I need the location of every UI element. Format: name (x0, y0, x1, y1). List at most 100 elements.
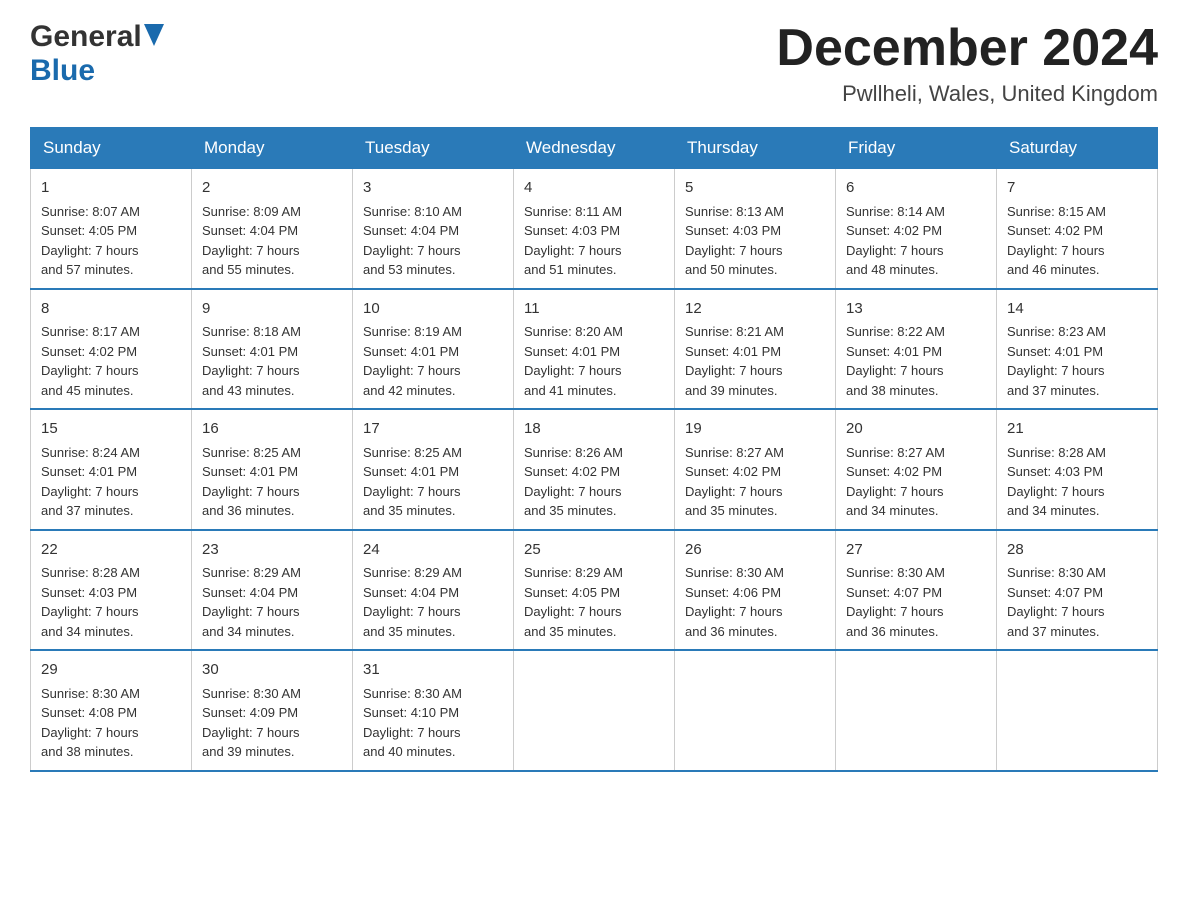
calendar-cell: 4 Sunrise: 8:11 AMSunset: 4:03 PMDayligh… (514, 169, 675, 289)
day-number: 27 (846, 539, 986, 562)
calendar-cell: 28 Sunrise: 8:30 AMSunset: 4:07 PMDaylig… (997, 530, 1158, 651)
calendar-cell: 2 Sunrise: 8:09 AMSunset: 4:04 PMDayligh… (192, 169, 353, 289)
calendar-cell: 31 Sunrise: 8:30 AMSunset: 4:10 PMDaylig… (353, 650, 514, 771)
day-number: 25 (524, 539, 664, 562)
day-sunrise: Sunrise: 8:30 AMSunset: 4:07 PMDaylight:… (1007, 565, 1106, 639)
calendar-header-sunday: Sunday (31, 128, 192, 169)
day-sunrise: Sunrise: 8:27 AMSunset: 4:02 PMDaylight:… (846, 445, 945, 519)
day-sunrise: Sunrise: 8:25 AMSunset: 4:01 PMDaylight:… (363, 445, 462, 519)
calendar-cell: 21 Sunrise: 8:28 AMSunset: 4:03 PMDaylig… (997, 409, 1158, 530)
day-sunrise: Sunrise: 8:30 AMSunset: 4:06 PMDaylight:… (685, 565, 784, 639)
day-sunrise: Sunrise: 8:23 AMSunset: 4:01 PMDaylight:… (1007, 324, 1106, 398)
calendar-header-friday: Friday (836, 128, 997, 169)
day-sunrise: Sunrise: 8:30 AMSunset: 4:07 PMDaylight:… (846, 565, 945, 639)
day-number: 22 (41, 539, 181, 562)
calendar-cell: 26 Sunrise: 8:30 AMSunset: 4:06 PMDaylig… (675, 530, 836, 651)
logo: General Blue (30, 20, 164, 88)
day-number: 11 (524, 298, 664, 321)
calendar-cell: 5 Sunrise: 8:13 AMSunset: 4:03 PMDayligh… (675, 169, 836, 289)
calendar-cell: 14 Sunrise: 8:23 AMSunset: 4:01 PMDaylig… (997, 289, 1158, 410)
day-sunrise: Sunrise: 8:30 AMSunset: 4:10 PMDaylight:… (363, 686, 462, 760)
calendar-header-tuesday: Tuesday (353, 128, 514, 169)
calendar-header-saturday: Saturday (997, 128, 1158, 169)
day-sunrise: Sunrise: 8:13 AMSunset: 4:03 PMDaylight:… (685, 204, 784, 278)
day-sunrise: Sunrise: 8:09 AMSunset: 4:04 PMDaylight:… (202, 204, 301, 278)
title-block: December 2024 Pwllheli, Wales, United Ki… (776, 20, 1158, 107)
day-number: 23 (202, 539, 342, 562)
calendar-cell: 20 Sunrise: 8:27 AMSunset: 4:02 PMDaylig… (836, 409, 997, 530)
day-sunrise: Sunrise: 8:20 AMSunset: 4:01 PMDaylight:… (524, 324, 623, 398)
calendar-cell: 6 Sunrise: 8:14 AMSunset: 4:02 PMDayligh… (836, 169, 997, 289)
calendar-cell: 29 Sunrise: 8:30 AMSunset: 4:08 PMDaylig… (31, 650, 192, 771)
day-sunrise: Sunrise: 8:10 AMSunset: 4:04 PMDaylight:… (363, 204, 462, 278)
day-sunrise: Sunrise: 8:22 AMSunset: 4:01 PMDaylight:… (846, 324, 945, 398)
day-number: 2 (202, 177, 342, 200)
page-subtitle: Pwllheli, Wales, United Kingdom (776, 81, 1158, 107)
day-sunrise: Sunrise: 8:30 AMSunset: 4:08 PMDaylight:… (41, 686, 140, 760)
calendar-cell (675, 650, 836, 771)
calendar-cell: 19 Sunrise: 8:27 AMSunset: 4:02 PMDaylig… (675, 409, 836, 530)
day-number: 10 (363, 298, 503, 321)
day-number: 30 (202, 659, 342, 682)
day-number: 5 (685, 177, 825, 200)
page-header: General Blue December 2024 Pwllheli, Wal… (30, 20, 1158, 107)
calendar-cell (514, 650, 675, 771)
calendar-cell: 9 Sunrise: 8:18 AMSunset: 4:01 PMDayligh… (192, 289, 353, 410)
day-number: 8 (41, 298, 181, 321)
day-sunrise: Sunrise: 8:29 AMSunset: 4:05 PMDaylight:… (524, 565, 623, 639)
calendar-cell: 27 Sunrise: 8:30 AMSunset: 4:07 PMDaylig… (836, 530, 997, 651)
calendar-week-row: 29 Sunrise: 8:30 AMSunset: 4:08 PMDaylig… (31, 650, 1158, 771)
calendar-cell: 3 Sunrise: 8:10 AMSunset: 4:04 PMDayligh… (353, 169, 514, 289)
calendar-cell (836, 650, 997, 771)
day-number: 18 (524, 418, 664, 441)
day-sunrise: Sunrise: 8:07 AMSunset: 4:05 PMDaylight:… (41, 204, 140, 278)
calendar-cell: 22 Sunrise: 8:28 AMSunset: 4:03 PMDaylig… (31, 530, 192, 651)
day-number: 4 (524, 177, 664, 200)
calendar-cell: 12 Sunrise: 8:21 AMSunset: 4:01 PMDaylig… (675, 289, 836, 410)
calendar-cell: 17 Sunrise: 8:25 AMSunset: 4:01 PMDaylig… (353, 409, 514, 530)
calendar-cell: 25 Sunrise: 8:29 AMSunset: 4:05 PMDaylig… (514, 530, 675, 651)
day-number: 12 (685, 298, 825, 321)
day-sunrise: Sunrise: 8:15 AMSunset: 4:02 PMDaylight:… (1007, 204, 1106, 278)
day-number: 28 (1007, 539, 1147, 562)
logo-general-text: General (30, 20, 142, 54)
day-sunrise: Sunrise: 8:19 AMSunset: 4:01 PMDaylight:… (363, 324, 462, 398)
logo-blue-text: Blue (30, 54, 95, 88)
logo-arrow-icon (144, 24, 164, 51)
calendar-cell: 10 Sunrise: 8:19 AMSunset: 4:01 PMDaylig… (353, 289, 514, 410)
day-number: 7 (1007, 177, 1147, 200)
day-number: 20 (846, 418, 986, 441)
calendar-cell: 7 Sunrise: 8:15 AMSunset: 4:02 PMDayligh… (997, 169, 1158, 289)
calendar-cell: 23 Sunrise: 8:29 AMSunset: 4:04 PMDaylig… (192, 530, 353, 651)
day-number: 6 (846, 177, 986, 200)
day-number: 3 (363, 177, 503, 200)
day-sunrise: Sunrise: 8:28 AMSunset: 4:03 PMDaylight:… (1007, 445, 1106, 519)
day-sunrise: Sunrise: 8:17 AMSunset: 4:02 PMDaylight:… (41, 324, 140, 398)
calendar-cell: 18 Sunrise: 8:26 AMSunset: 4:02 PMDaylig… (514, 409, 675, 530)
calendar-cell: 15 Sunrise: 8:24 AMSunset: 4:01 PMDaylig… (31, 409, 192, 530)
calendar-week-row: 22 Sunrise: 8:28 AMSunset: 4:03 PMDaylig… (31, 530, 1158, 651)
calendar-cell: 30 Sunrise: 8:30 AMSunset: 4:09 PMDaylig… (192, 650, 353, 771)
day-sunrise: Sunrise: 8:29 AMSunset: 4:04 PMDaylight:… (202, 565, 301, 639)
day-sunrise: Sunrise: 8:21 AMSunset: 4:01 PMDaylight:… (685, 324, 784, 398)
day-number: 26 (685, 539, 825, 562)
calendar-week-row: 1 Sunrise: 8:07 AMSunset: 4:05 PMDayligh… (31, 169, 1158, 289)
day-number: 31 (363, 659, 503, 682)
day-sunrise: Sunrise: 8:27 AMSunset: 4:02 PMDaylight:… (685, 445, 784, 519)
calendar-table: SundayMondayTuesdayWednesdayThursdayFrid… (30, 127, 1158, 772)
day-sunrise: Sunrise: 8:14 AMSunset: 4:02 PMDaylight:… (846, 204, 945, 278)
day-number: 9 (202, 298, 342, 321)
day-number: 29 (41, 659, 181, 682)
calendar-week-row: 15 Sunrise: 8:24 AMSunset: 4:01 PMDaylig… (31, 409, 1158, 530)
day-number: 13 (846, 298, 986, 321)
day-sunrise: Sunrise: 8:11 AMSunset: 4:03 PMDaylight:… (524, 204, 622, 278)
day-number: 15 (41, 418, 181, 441)
page-title: December 2024 (776, 20, 1158, 77)
day-number: 16 (202, 418, 342, 441)
day-sunrise: Sunrise: 8:26 AMSunset: 4:02 PMDaylight:… (524, 445, 623, 519)
day-sunrise: Sunrise: 8:25 AMSunset: 4:01 PMDaylight:… (202, 445, 301, 519)
calendar-cell (997, 650, 1158, 771)
day-sunrise: Sunrise: 8:29 AMSunset: 4:04 PMDaylight:… (363, 565, 462, 639)
day-sunrise: Sunrise: 8:28 AMSunset: 4:03 PMDaylight:… (41, 565, 140, 639)
day-number: 19 (685, 418, 825, 441)
